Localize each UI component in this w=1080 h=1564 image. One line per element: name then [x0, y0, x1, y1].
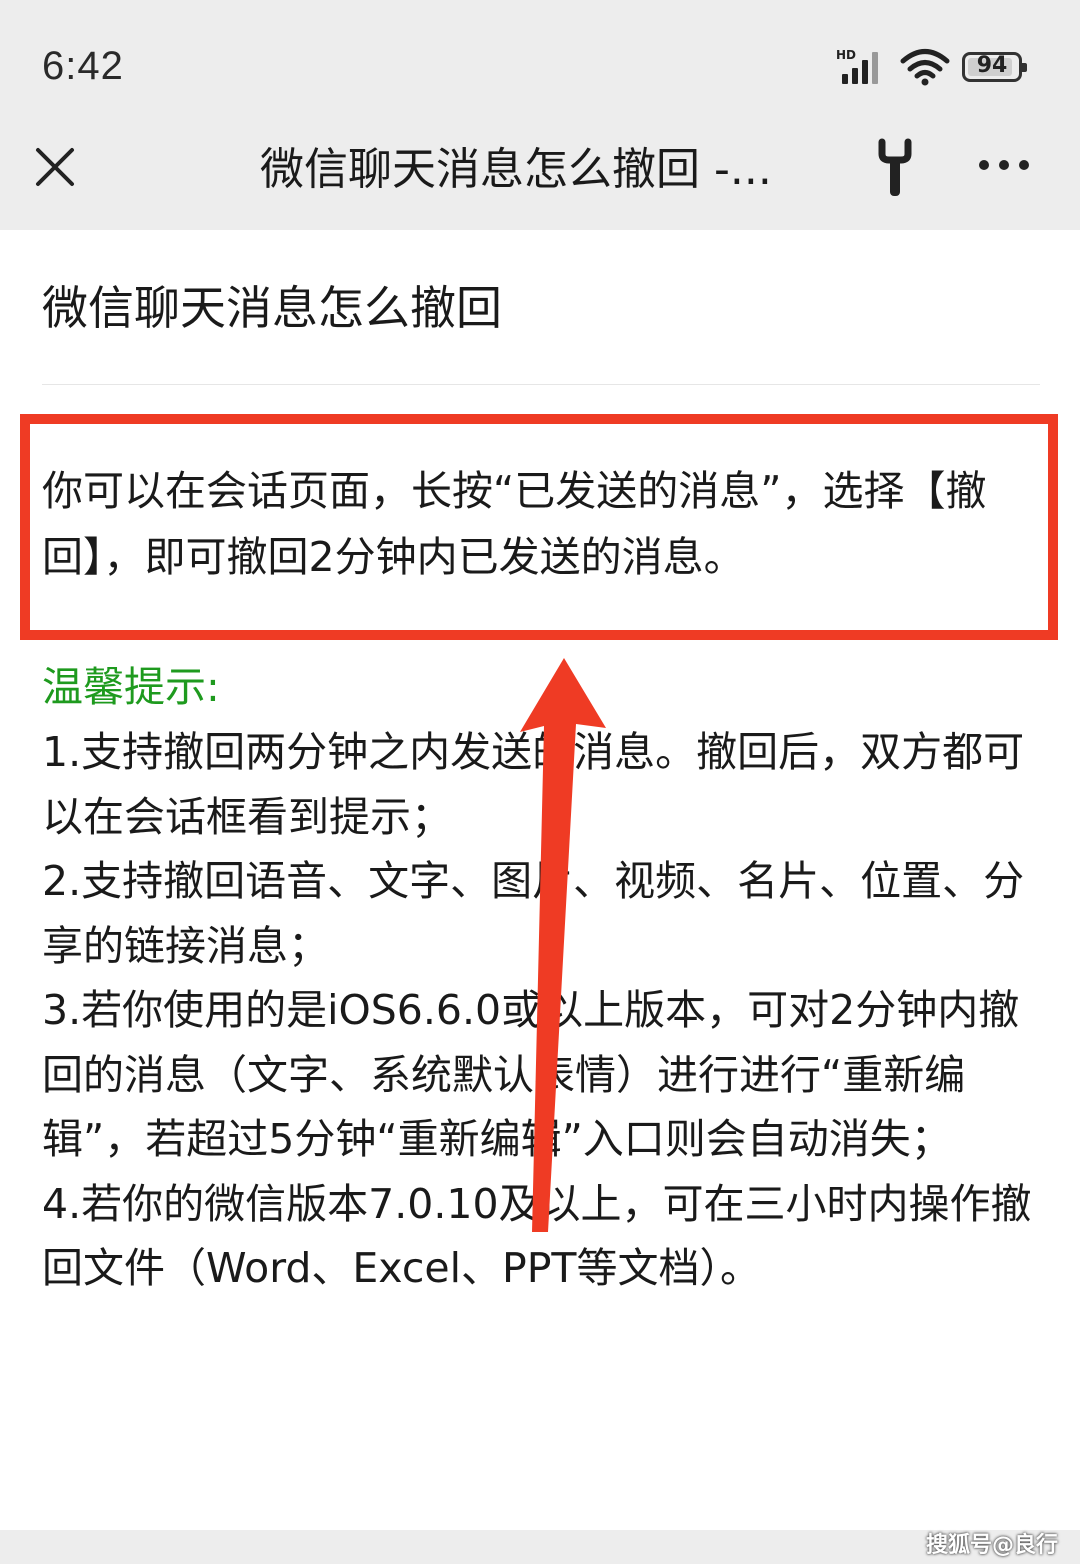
- status-time: 6:42: [42, 44, 124, 88]
- battery-icon: 94: [962, 52, 1027, 82]
- battery-level: 94: [976, 53, 1008, 78]
- watermark: 搜狐号@良行: [925, 1533, 1058, 1558]
- status-bar: 6:42 HD 94: [0, 0, 1080, 120]
- network-type-label: HD: [836, 48, 857, 62]
- arrow-annotation-icon: [520, 658, 606, 1232]
- more-icon[interactable]: [976, 150, 1032, 180]
- nav-bar: 微信聊天消息怎么撤回 -...: [0, 120, 1080, 230]
- bottom-bar: [0, 1530, 1080, 1564]
- title-divider: [42, 384, 1040, 385]
- page-title: 微信聊天消息怎么撤回 -...: [260, 144, 772, 195]
- wifi-icon: [900, 49, 950, 86]
- wrench-icon[interactable]: [872, 138, 918, 198]
- answer-text: 你可以在会话页面，长按“已发送的消息”，选择【撤回】，即可撤回2分钟内已发送的消…: [42, 467, 987, 581]
- close-icon[interactable]: [30, 142, 80, 192]
- signal-icon: HD: [836, 48, 888, 86]
- tips-heading: 温馨提示:: [42, 663, 220, 711]
- article-title: 微信聊天消息怎么撤回: [42, 281, 502, 335]
